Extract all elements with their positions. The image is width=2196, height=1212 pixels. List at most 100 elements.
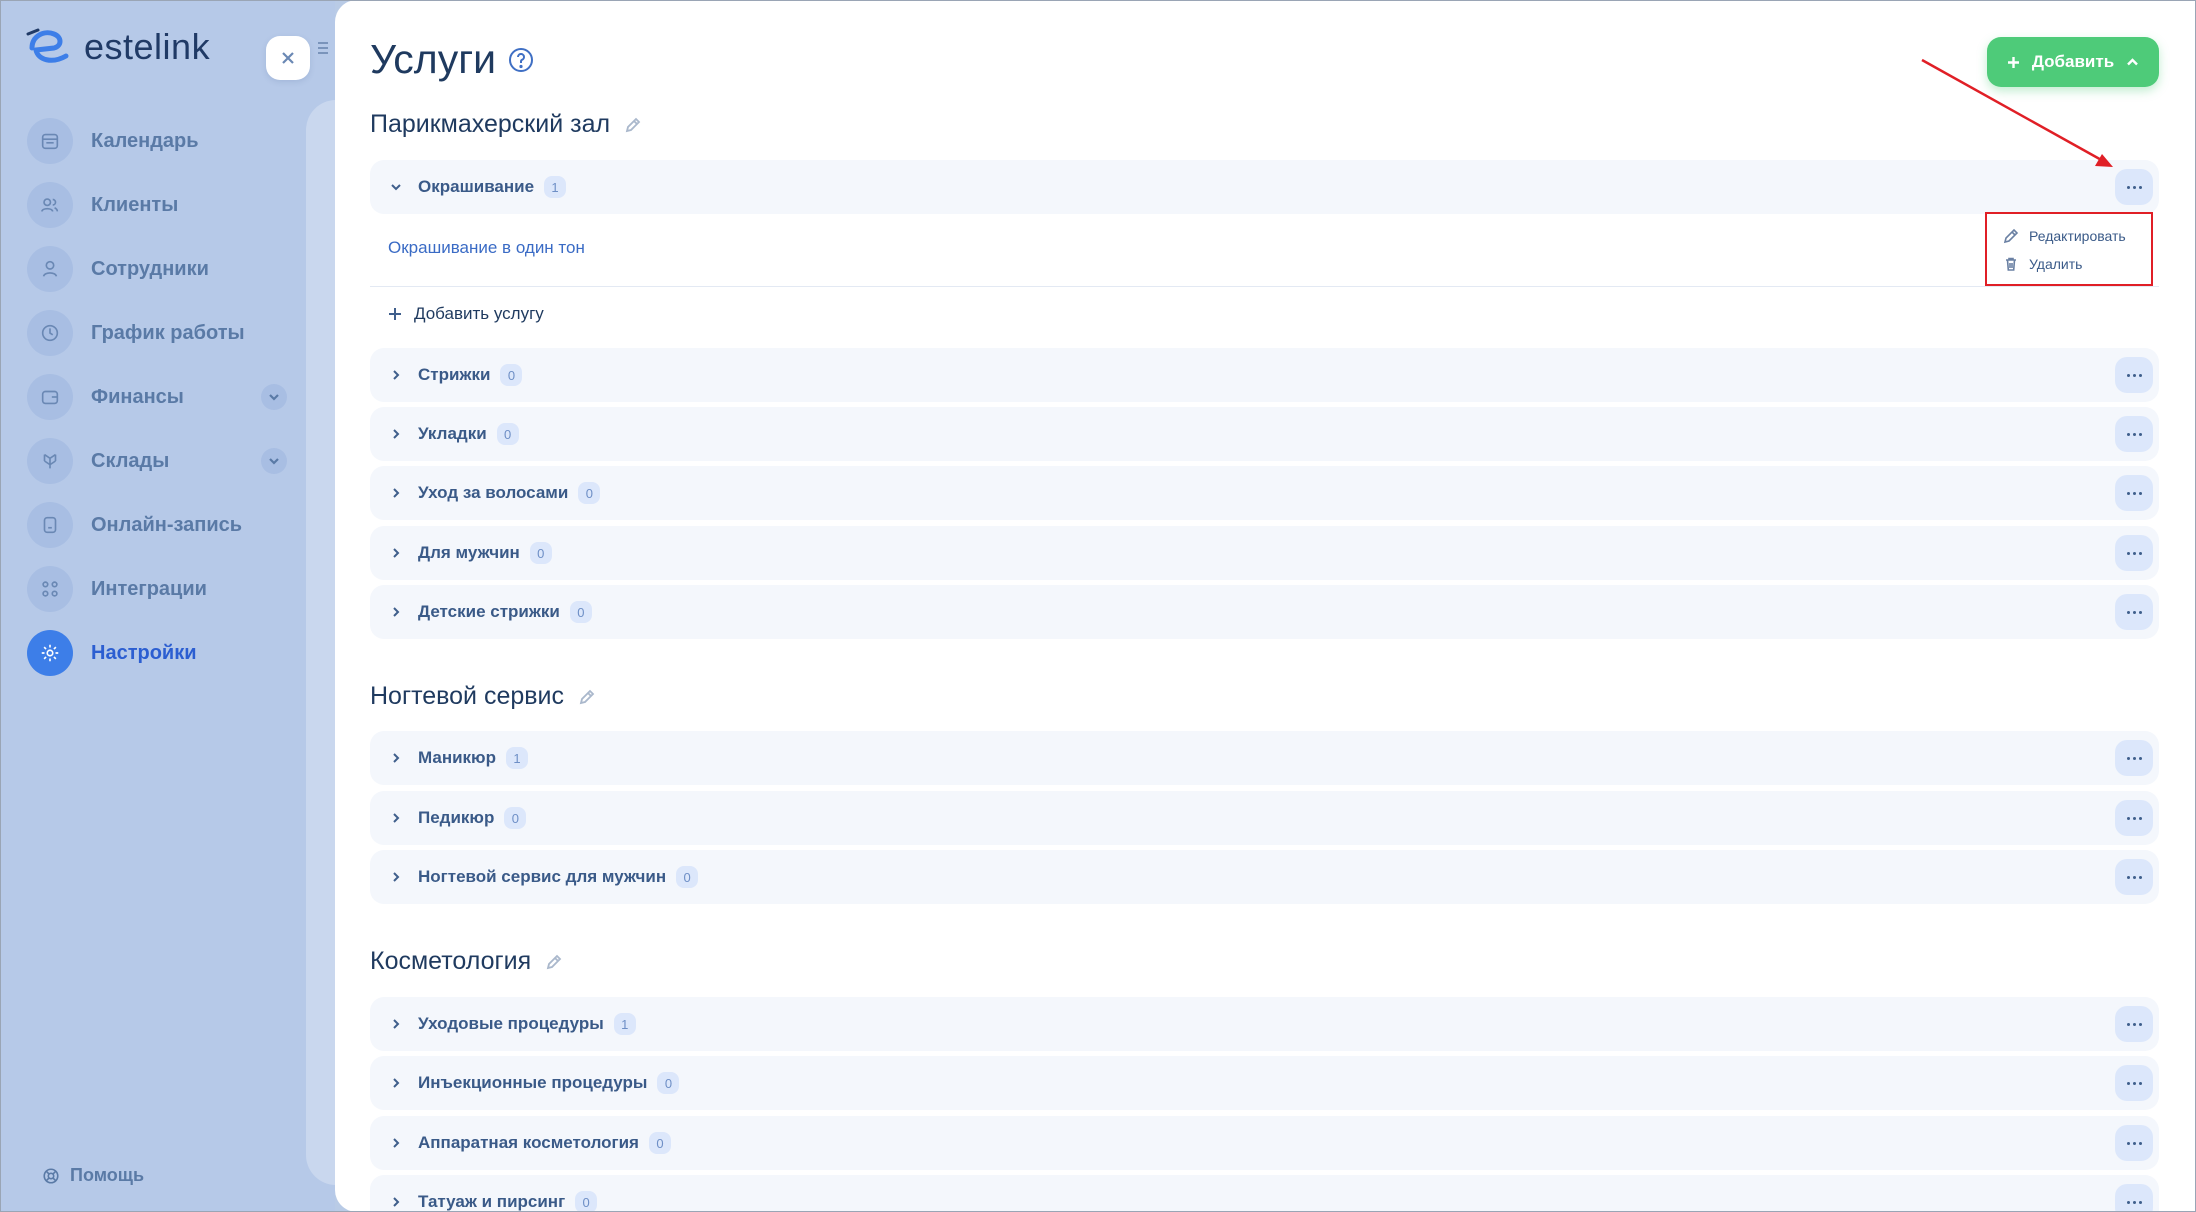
category-count: 0 xyxy=(569,601,592,623)
more-options-button[interactable] xyxy=(2115,1125,2153,1161)
sidebar-item-schedule[interactable]: График работы xyxy=(27,310,287,356)
integrations-icon xyxy=(27,566,73,612)
category-row[interactable]: Уход за волосами 0 xyxy=(370,466,2159,520)
add-service-label: Добавить услугу xyxy=(414,304,544,323)
category-name: Детские стрижки xyxy=(418,602,560,621)
logo-text: estelink xyxy=(84,26,211,67)
group-title-text: Парикмахерский зал xyxy=(370,110,611,138)
sidebar-item-clients[interactable]: Клиенты xyxy=(27,182,287,228)
plus-icon xyxy=(389,308,401,320)
chevron-right-icon[interactable] xyxy=(388,1135,404,1151)
more-options-button[interactable] xyxy=(2115,1184,2153,1212)
chevron-right-icon[interactable] xyxy=(388,750,404,766)
sidebar-item-label: Клиенты xyxy=(91,193,179,216)
sidebar-item-integrations[interactable]: Интеграции xyxy=(27,566,287,612)
logo[interactable]: estelink xyxy=(26,26,210,68)
category-row[interactable]: Для мужчин 0 xyxy=(370,526,2159,580)
chevron-down-icon[interactable] xyxy=(261,448,287,474)
category-row[interactable]: Уходовые процедуры 1 xyxy=(370,997,2159,1051)
chevron-right-icon[interactable] xyxy=(388,869,404,885)
delete-label: Удалить xyxy=(2029,256,2083,272)
sidebar-item-online-booking[interactable]: Онлайн-запись xyxy=(27,502,287,548)
group-title-cosmetology: Косметология xyxy=(370,947,563,976)
close-icon xyxy=(282,52,294,64)
more-options-button[interactable] xyxy=(2115,475,2153,511)
sidebar-item-label: Интеграции xyxy=(91,577,207,600)
edit-menu-item[interactable]: Редактировать xyxy=(2003,222,2151,250)
more-options-button[interactable] xyxy=(2115,1006,2153,1042)
help-icon xyxy=(43,1167,59,1184)
category-name: Инъекционные процедуры xyxy=(418,1073,648,1092)
more-options-button[interactable] xyxy=(2115,357,2153,393)
chevron-right-icon[interactable] xyxy=(388,545,404,561)
page-title: Услуги xyxy=(370,36,497,82)
category-count: 0 xyxy=(648,1132,671,1154)
more-options-button[interactable] xyxy=(2115,535,2153,571)
more-options-button[interactable] xyxy=(2115,594,2153,630)
chevron-right-icon[interactable] xyxy=(388,1016,404,1032)
category-row[interactable]: Маникюр 1 xyxy=(370,731,2159,785)
chevron-right-icon[interactable] xyxy=(388,367,404,383)
chevron-right-icon[interactable] xyxy=(388,485,404,501)
more-options-button[interactable] xyxy=(2115,859,2153,895)
category-name: Педикюр xyxy=(418,808,495,827)
help-circle-icon[interactable] xyxy=(508,47,534,73)
sidebar-item-settings[interactable]: Настройки xyxy=(27,630,287,676)
sidebar-item-finance[interactable]: Финансы xyxy=(27,374,287,420)
main-content: Услуги Добавить Парикмахерский зал Окраш… xyxy=(335,0,2196,1212)
more-options-button[interactable] xyxy=(2115,169,2153,205)
sidebar-item-calendar[interactable]: Календарь xyxy=(27,118,287,164)
booking-icon xyxy=(27,502,73,548)
category-count: 1 xyxy=(613,1013,636,1035)
add-button[interactable]: Добавить xyxy=(1987,37,2159,87)
category-name: Уходовые процедуры xyxy=(418,1014,604,1033)
category-row[interactable]: Детские стрижки 0 xyxy=(370,585,2159,639)
sidebar-item-label: Онлайн-запись xyxy=(91,513,243,536)
pencil-icon[interactable] xyxy=(578,688,596,706)
category-name: Стрижки xyxy=(418,365,491,384)
pencil-icon xyxy=(2003,228,2019,244)
chevron-down-icon[interactable] xyxy=(261,384,287,410)
category-name: Для мужчин xyxy=(418,543,520,562)
chevron-down-icon[interactable] xyxy=(388,179,404,195)
menu-icon[interactable] xyxy=(316,40,334,60)
add-service-button[interactable]: Добавить услугу xyxy=(388,304,544,324)
pencil-icon[interactable] xyxy=(624,116,642,134)
category-row[interactable]: Татуаж и пирсинг 0 xyxy=(370,1175,2159,1212)
chevron-right-icon[interactable] xyxy=(388,1194,404,1210)
sidebar-item-label: Календарь xyxy=(91,129,199,152)
group-title-text: Ногтевой сервис xyxy=(370,682,565,710)
category-name: Укладки xyxy=(418,424,487,443)
group-title-hair-salon: Парикмахерский зал xyxy=(370,110,642,139)
category-count: 0 xyxy=(500,364,523,386)
category-name: Уход за волосами xyxy=(418,483,569,502)
sidebar-item-staff[interactable]: Сотрудники xyxy=(27,246,287,292)
service-item[interactable]: Окрашивание в один тон xyxy=(388,238,585,258)
category-name: Ногтевой сервис для мужчин xyxy=(418,867,667,886)
pencil-icon[interactable] xyxy=(545,953,563,971)
category-row[interactable]: Ногтевой сервис для мужчин 0 xyxy=(370,850,2159,904)
more-options-button[interactable] xyxy=(2115,416,2153,452)
more-options-button[interactable] xyxy=(2115,800,2153,836)
category-row[interactable]: Укладки 0 xyxy=(370,407,2159,461)
category-row[interactable]: Аппаратная косметология 0 xyxy=(370,1116,2159,1170)
close-sidebar-button[interactable] xyxy=(266,36,310,80)
category-row[interactable]: Стрижки 0 xyxy=(370,348,2159,402)
sidebar-item-label: Сотрудники xyxy=(91,257,209,280)
delete-menu-item[interactable]: Удалить xyxy=(2003,250,2151,278)
category-row[interactable]: Педикюр 0 xyxy=(370,791,2159,845)
category-name: Татуаж и пирсинг xyxy=(418,1192,566,1211)
category-count: 0 xyxy=(529,542,552,564)
chevron-right-icon[interactable] xyxy=(388,426,404,442)
sidebar-item-warehouse[interactable]: Склады xyxy=(27,438,287,484)
chevron-right-icon[interactable] xyxy=(388,810,404,826)
more-options-button[interactable] xyxy=(2115,740,2153,776)
chevron-right-icon[interactable] xyxy=(388,604,404,620)
category-count: 0 xyxy=(578,482,601,504)
help-link[interactable]: Помощь xyxy=(42,1165,144,1186)
category-row[interactable]: Окрашивание 1 xyxy=(370,160,2159,214)
category-row[interactable]: Инъекционные процедуры 0 xyxy=(370,1056,2159,1110)
more-options-button[interactable] xyxy=(2115,1065,2153,1101)
staff-icon xyxy=(27,246,73,292)
chevron-right-icon[interactable] xyxy=(388,1075,404,1091)
